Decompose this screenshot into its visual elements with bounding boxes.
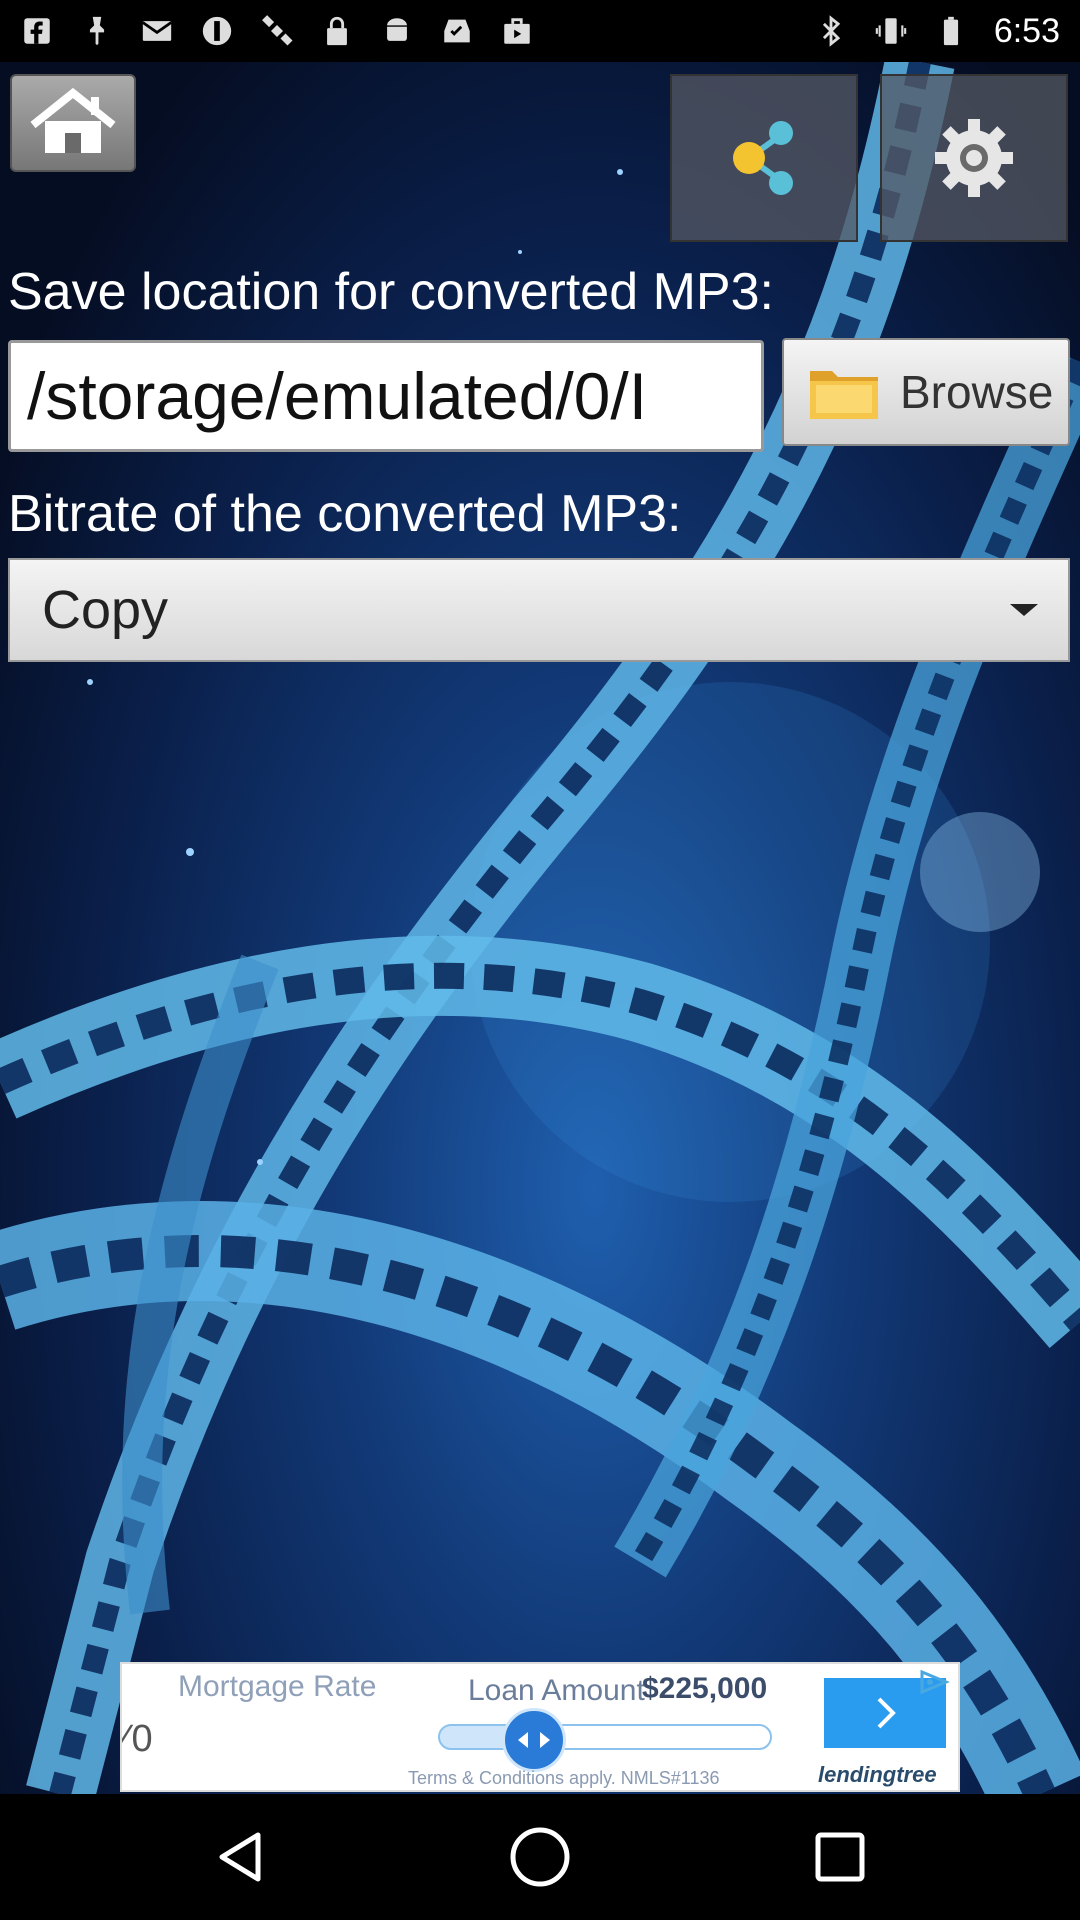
folder-icon — [810, 371, 878, 419]
facebook-icon — [20, 14, 54, 48]
arrows-icon — [518, 1732, 550, 1748]
ad-loan-label: Loan Amount — [468, 1674, 645, 1707]
bitrate-selected-value: Copy — [42, 580, 169, 640]
android-icon — [380, 14, 414, 48]
vibrate-icon — [874, 14, 908, 48]
settings-button[interactable] — [880, 74, 1068, 242]
lock-icon — [320, 14, 354, 48]
ad-rate-fragment: ⁄ 0 — [122, 1718, 153, 1760]
recents-button[interactable] — [800, 1817, 880, 1897]
ad-mortgage-label: Mortgage Rate — [178, 1670, 377, 1703]
ad-brand-logo: lendingtree — [818, 1762, 937, 1787]
blocked-icon — [200, 14, 234, 48]
satellite-fake-gps-icon — [260, 14, 294, 48]
save-location-label: Save location for converted MP3: — [8, 263, 774, 321]
chevron-right-icon — [877, 1697, 896, 1729]
save-path-field[interactable]: /storage/emulated/0/I — [8, 340, 764, 452]
battery-icon — [934, 14, 968, 48]
ad-loan-value: $225,000 — [642, 1672, 768, 1705]
home-button[interactable] — [10, 74, 136, 172]
mail-icon — [140, 14, 174, 48]
main-content: Save location for converted MP3: /storag… — [0, 62, 1080, 1794]
home-icon — [30, 87, 116, 153]
ad-slider-track[interactable] — [438, 1724, 772, 1750]
navigation-bar — [0, 1794, 1080, 1920]
pin-icon — [80, 14, 114, 48]
bluetooth-icon — [814, 14, 848, 48]
browse-button[interactable]: Browse — [782, 338, 1070, 446]
bitrate-dropdown[interactable]: Copy — [8, 558, 1070, 662]
ad-slider-thumb[interactable] — [502, 1708, 566, 1772]
browse-label: Browse — [900, 366, 1054, 418]
share-button[interactable] — [670, 74, 858, 242]
share-icon — [733, 121, 793, 195]
ad-terms: Terms & Conditions apply. NMLS#1136 — [408, 1768, 720, 1788]
home-circle-icon — [510, 1827, 570, 1887]
gear-icon — [935, 119, 1013, 197]
adchoices-icon[interactable] — [918, 1668, 952, 1701]
play-store-icon — [500, 14, 534, 48]
bitrate-label: Bitrate of the converted MP3: — [8, 485, 682, 543]
ad-banner[interactable]: Mortgage Rate Loan Amount $225,000 ⁄ 0 T… — [120, 1662, 960, 1792]
chevron-down-icon — [1010, 604, 1038, 616]
back-triangle-icon — [219, 1832, 261, 1882]
home-nav-button[interactable] — [500, 1817, 580, 1897]
recents-square-icon — [815, 1832, 865, 1882]
status-time: 6:53 — [993, 11, 1060, 50]
inbox-icon — [440, 14, 474, 48]
back-button[interactable] — [200, 1817, 280, 1897]
status-bar: 6:53 — [0, 0, 1080, 62]
